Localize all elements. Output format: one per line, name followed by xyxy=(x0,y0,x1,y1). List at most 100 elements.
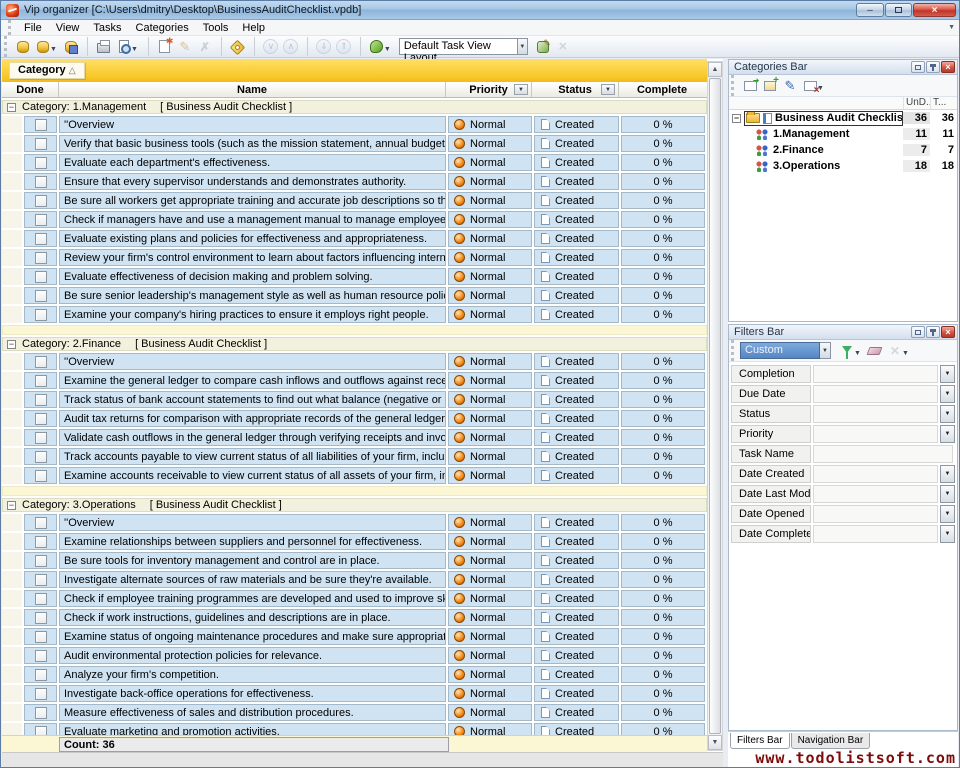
filter-value-input[interactable] xyxy=(813,385,938,403)
menu-item-tools[interactable]: Tools xyxy=(196,21,236,35)
done-checkbox[interactable] xyxy=(35,252,47,264)
collapse-icon[interactable]: − xyxy=(732,114,741,123)
filter-dropdown-icon[interactable]: ▼ xyxy=(940,365,955,383)
scroll-up-icon[interactable]: ▲ xyxy=(708,62,722,77)
done-checkbox[interactable] xyxy=(35,413,47,425)
task-row[interactable]: Track status of bank account statements … xyxy=(2,391,707,408)
tree-item[interactable]: −Business Audit Checklist3636 xyxy=(729,110,957,126)
new-task-icon[interactable] xyxy=(155,37,175,56)
task-row[interactable]: Check if managers have and use a managem… xyxy=(2,211,707,228)
filter-value-input[interactable] xyxy=(813,465,938,483)
tree-item[interactable]: 3.Operations1818 xyxy=(729,158,957,174)
filter-value-input[interactable] xyxy=(813,505,938,523)
filter-value-input[interactable] xyxy=(813,445,953,463)
edit-category-icon[interactable]: ✎ xyxy=(780,77,800,95)
column-header-name[interactable]: Name xyxy=(59,82,446,97)
tree-column-header-1[interactable]: T... xyxy=(930,97,957,109)
task-row[interactable]: Evaluate each department's effectiveness… xyxy=(2,154,707,171)
filter-value-input[interactable] xyxy=(813,405,938,423)
tab-filters-bar[interactable]: Filters Bar xyxy=(730,733,790,749)
filter-dropdown-icon[interactable]: ▼ xyxy=(940,525,955,543)
clear-filter-icon[interactable] xyxy=(865,342,885,360)
filter-dropdown-icon[interactable]: ▼ xyxy=(940,485,955,503)
done-checkbox[interactable] xyxy=(35,669,47,681)
tab-navigation-bar[interactable]: Navigation Bar xyxy=(791,733,871,749)
done-checkbox[interactable] xyxy=(35,138,47,150)
task-row[interactable]: Review your firm's control environment t… xyxy=(2,249,707,266)
tree-item[interactable]: 2.Finance77 xyxy=(729,142,957,158)
delete-category-icon[interactable] xyxy=(800,77,820,95)
new-database-icon[interactable] xyxy=(13,37,33,56)
task-row[interactable]: Examine your company's hiring practices … xyxy=(2,306,707,323)
column-header-complete[interactable]: Complete xyxy=(619,82,705,97)
task-row[interactable]: Investigate alternate sources of raw mat… xyxy=(2,571,707,588)
menu-item-help[interactable]: Help xyxy=(235,21,272,35)
minimize-button[interactable]: – xyxy=(856,3,884,17)
scroll-down-icon[interactable]: ▼ xyxy=(708,735,722,750)
add-category-icon[interactable] xyxy=(760,77,780,95)
task-row[interactable]: Examine relationships between suppliers … xyxy=(2,533,707,550)
filter-value-input[interactable] xyxy=(813,425,938,443)
collapse-icon[interactable]: − xyxy=(7,340,16,349)
column-header-status[interactable]: Status▼ xyxy=(532,82,619,97)
done-checkbox[interactable] xyxy=(35,356,47,368)
done-checkbox[interactable] xyxy=(35,271,47,283)
new-checklist-icon[interactable] xyxy=(740,77,760,95)
filter-value-input[interactable] xyxy=(813,525,938,543)
done-checkbox[interactable] xyxy=(35,233,47,245)
done-checkbox[interactable] xyxy=(35,574,47,586)
done-checkbox[interactable] xyxy=(35,726,47,736)
filter-dropdown-icon[interactable]: ▼ xyxy=(940,385,955,403)
filter-dropdown-icon[interactable]: ▼ xyxy=(940,505,955,523)
filters-toolbar-more-icon[interactable]: ▼ xyxy=(902,350,909,357)
filter-dropdown-icon[interactable]: ▼ xyxy=(940,405,955,423)
filter-dropdown-icon[interactable]: ▼ xyxy=(940,465,955,483)
task-row[interactable]: Check if employee training programmes ar… xyxy=(2,590,707,607)
done-checkbox[interactable] xyxy=(35,195,47,207)
filter-preset-combo[interactable]: Custom ▼ xyxy=(740,342,831,359)
collapse-icon[interactable]: − xyxy=(7,103,16,112)
collapse-icon[interactable]: − xyxy=(7,501,16,510)
menu-item-categories[interactable]: Categories xyxy=(129,21,196,35)
print-icon[interactable] xyxy=(94,37,114,56)
done-checkbox[interactable] xyxy=(35,470,47,482)
panel-pin-icon[interactable] xyxy=(926,326,940,338)
column-header-priority[interactable]: Priority▼ xyxy=(446,82,532,97)
done-checkbox[interactable] xyxy=(35,707,47,719)
done-checkbox[interactable] xyxy=(35,536,47,548)
layout-combo[interactable]: Default Task View Layout ▼ xyxy=(399,38,528,55)
scrollbar-thumb[interactable] xyxy=(709,78,721,734)
panel-pin-icon[interactable] xyxy=(926,61,940,73)
done-checkbox[interactable] xyxy=(35,309,47,321)
status-filter-dropdown-icon[interactable]: ▼ xyxy=(601,84,615,95)
task-row[interactable]: Track accounts payable to view current s… xyxy=(2,448,707,465)
panel-close-icon[interactable]: × xyxy=(941,61,955,73)
done-checkbox[interactable] xyxy=(35,517,47,529)
done-checkbox[interactable] xyxy=(35,394,47,406)
task-row[interactable]: Validate cash outflows in the general le… xyxy=(2,429,707,446)
group-by-category-button[interactable]: Category△ xyxy=(9,62,85,79)
print-preview-icon[interactable] xyxy=(114,37,134,56)
task-row[interactable]: Verify that basic business tools (such a… xyxy=(2,135,707,152)
save-layout-icon[interactable] xyxy=(533,37,553,56)
done-checkbox[interactable] xyxy=(35,432,47,444)
done-checkbox[interactable] xyxy=(35,688,47,700)
group-header-row[interactable]: −Category: 2.Finance[ Business Audit Che… xyxy=(2,337,707,351)
filter-dropdown-icon[interactable]: ▼ xyxy=(940,425,955,443)
priority-filter-dropdown-icon[interactable]: ▼ xyxy=(514,84,528,95)
panel-restore-icon[interactable] xyxy=(911,61,925,73)
menu-item-tasks[interactable]: Tasks xyxy=(86,21,128,35)
done-checkbox[interactable] xyxy=(35,375,47,387)
table-scrollbar[interactable]: ▲ ▼ xyxy=(707,61,723,751)
task-row[interactable]: ''OverviewNormalCreated0 % xyxy=(2,514,707,531)
task-row[interactable]: Evaluate effectiveness of decision makin… xyxy=(2,268,707,285)
task-row[interactable]: Evaluate marketing and promotion activit… xyxy=(2,723,707,735)
task-row[interactable]: Audit environmental protection policies … xyxy=(2,647,707,664)
done-checkbox[interactable] xyxy=(35,593,47,605)
layout-combo-dropdown-icon[interactable]: ▼ xyxy=(517,38,528,55)
maximize-button[interactable] xyxy=(885,3,912,17)
task-row[interactable]: Audit tax returns for comparison with ap… xyxy=(2,410,707,427)
task-row[interactable]: Check if work instructions, guidelines a… xyxy=(2,609,707,626)
column-header-done[interactable]: Done xyxy=(2,82,59,97)
highlight-icon[interactable] xyxy=(228,37,248,56)
